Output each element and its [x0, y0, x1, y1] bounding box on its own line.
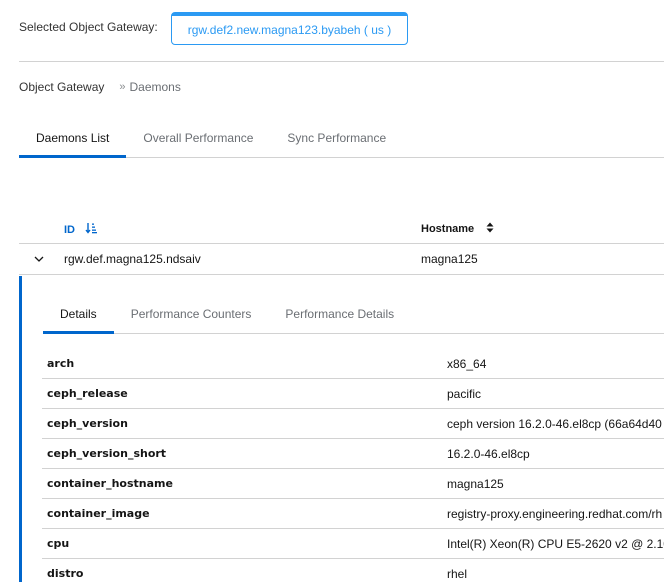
- details-key: container_image: [47, 507, 150, 520]
- tab-sync-performance[interactable]: Sync Performance: [270, 120, 403, 157]
- column-header-id-label: ID: [64, 223, 75, 236]
- chevron-down-icon[interactable]: [32, 252, 46, 266]
- details-value: magna125: [447, 477, 504, 491]
- details-value: x86_64: [447, 357, 487, 371]
- details-row: ceph_release pacific: [42, 379, 664, 409]
- details-key: cpu: [47, 537, 70, 550]
- details-table: arch x86_64 ceph_release pacific ceph_ve…: [42, 349, 664, 582]
- details-row: ceph_version_short 16.2.0-46.el8cp: [42, 439, 664, 469]
- details-value: pacific: [447, 387, 482, 401]
- details-value: ceph version 16.2.0-46.el8cp (66a64d40: [447, 417, 662, 431]
- details-value: registry-proxy.engineering.redhat.com/rh: [447, 507, 663, 521]
- details-row: distro rhel: [42, 559, 664, 582]
- details-key: ceph_version: [47, 417, 128, 430]
- breadcrumb-item-daemons: Daemons: [129, 80, 181, 94]
- gateway-selector-value: rgw.def2.new.magna123.byabeh ( us ): [187, 23, 392, 37]
- details-value: 16.2.0-46.el8cp: [447, 447, 530, 461]
- tab-performance-details[interactable]: Performance Details: [268, 296, 411, 333]
- table-row[interactable]: rgw.def.magna125.ndsaiv magna125: [19, 244, 664, 275]
- details-row: ceph_version ceph version 16.2.0-46.el8c…: [42, 409, 664, 439]
- breadcrumb: Object Gateway » Daemons: [19, 80, 181, 94]
- details-key: arch: [47, 357, 75, 370]
- tab-performance-counters[interactable]: Performance Counters: [114, 296, 269, 333]
- breadcrumb-item-object-gateway[interactable]: Object Gateway: [19, 80, 104, 94]
- cell-hostname: magna125: [421, 252, 478, 266]
- details-key: ceph_version_short: [47, 447, 167, 460]
- main-tabs: Daemons List Overall Performance Sync Pe…: [19, 120, 664, 158]
- details-key: distro: [47, 567, 84, 580]
- cell-id: rgw.def.magna125.ndsaiv: [64, 252, 201, 266]
- daemons-page: Selected Object Gateway: rgw.def2.new.ma…: [0, 0, 664, 582]
- divider: [19, 61, 664, 62]
- details-row: container_image registry-proxy.engineeri…: [42, 499, 664, 529]
- sort-amount-down-icon: [85, 222, 97, 237]
- detail-tabs: Details Performance Counters Performance…: [43, 296, 664, 334]
- details-value: rhel: [447, 567, 468, 581]
- column-header-hostname-label: Hostname: [421, 223, 475, 235]
- tab-overall-performance[interactable]: Overall Performance: [126, 120, 270, 157]
- details-key: container_hostname: [47, 477, 173, 490]
- breadcrumb-separator-icon: »: [119, 81, 126, 93]
- details-row: cpu Intel(R) Xeon(R) CPU E5-2620 v2 @ 2.…: [42, 529, 664, 559]
- sort-icon: [486, 222, 494, 236]
- tab-details[interactable]: Details: [43, 296, 114, 334]
- column-header-id[interactable]: ID: [64, 222, 97, 237]
- gateway-selector[interactable]: rgw.def2.new.magna123.byabeh ( us ): [171, 12, 408, 45]
- gateway-selector-label: Selected Object Gateway:: [19, 20, 158, 34]
- details-row: arch x86_64: [42, 349, 664, 379]
- details-key: ceph_release: [47, 387, 128, 400]
- tab-daemons-list[interactable]: Daemons List: [19, 120, 127, 158]
- details-row: container_hostname magna125: [42, 469, 664, 499]
- details-value: Intel(R) Xeon(R) CPU E5-2620 v2 @ 2.10: [447, 537, 664, 551]
- expanded-row-indicator: [19, 276, 22, 582]
- column-header-hostname[interactable]: Hostname: [421, 222, 494, 236]
- table-header: ID Hostname: [19, 214, 664, 244]
